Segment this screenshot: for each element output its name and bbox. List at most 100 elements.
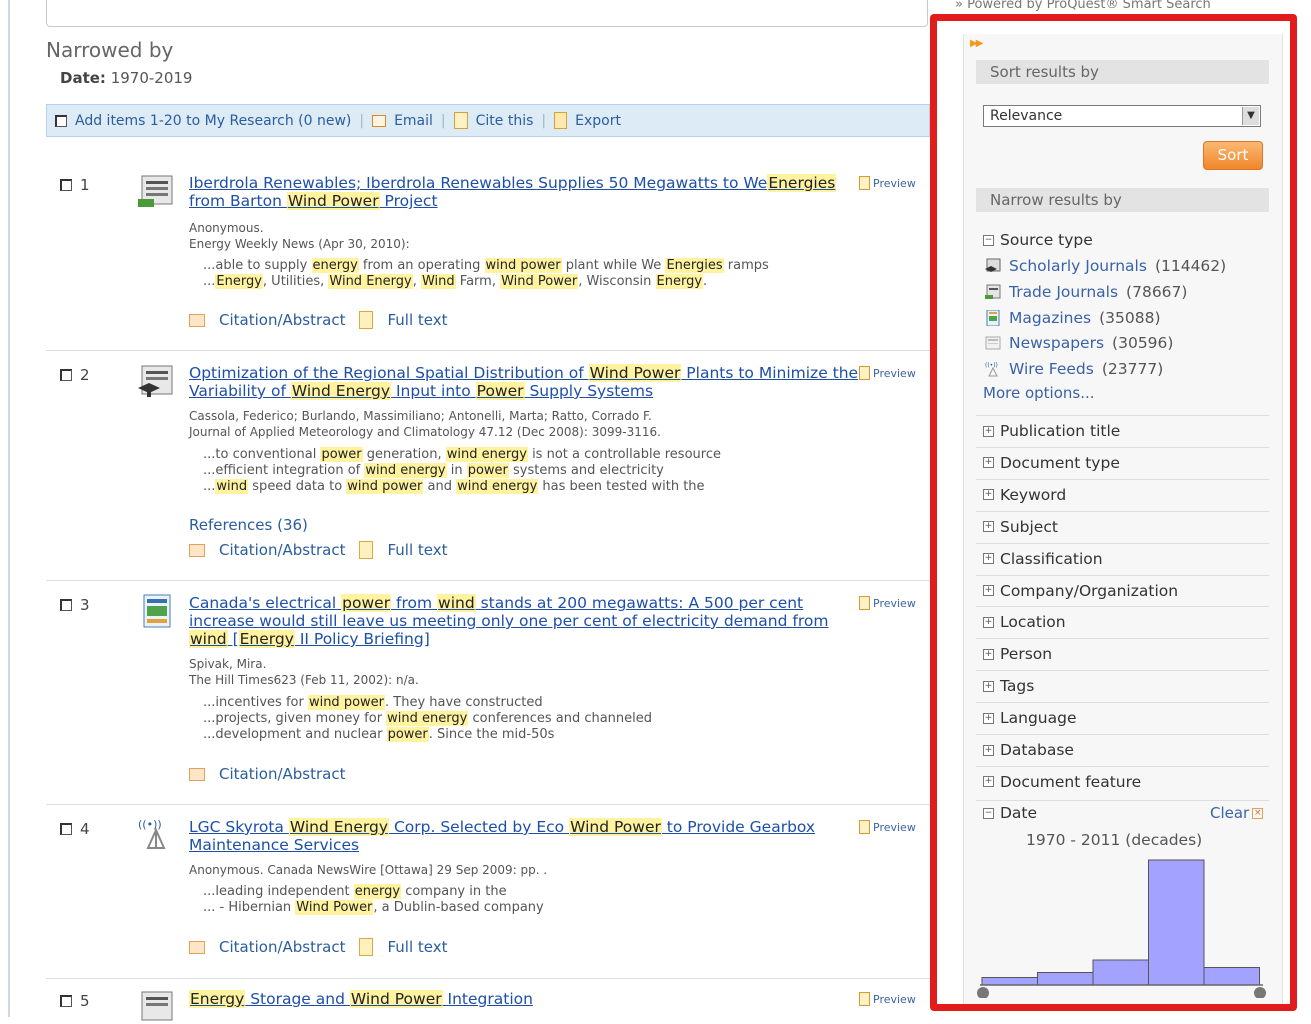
preview-button[interactable]: Preview bbox=[859, 176, 916, 190]
highlighted-term: Wind Power bbox=[295, 900, 374, 915]
snippet-text: ... bbox=[203, 274, 216, 289]
highlighted-term: Energy bbox=[238, 630, 295, 648]
result-checkbox[interactable] bbox=[60, 179, 72, 191]
result-number: 4 bbox=[80, 820, 90, 838]
snippet-text: company in the bbox=[401, 884, 507, 899]
snippet-line: ...wind speed data to wind power and win… bbox=[203, 479, 721, 495]
highlighted-term: Energy bbox=[215, 274, 263, 289]
highlighted-term: Wind Power bbox=[349, 990, 443, 1008]
cite-this-link[interactable]: Cite this bbox=[476, 113, 534, 129]
result-number: 3 bbox=[80, 596, 90, 614]
highlighted-term: power bbox=[320, 447, 363, 462]
snippet-line: ...to conventional power generation, win… bbox=[203, 447, 721, 463]
title-text: Optimization of the Regional Spatial Dis… bbox=[189, 364, 589, 382]
result-number: 5 bbox=[80, 992, 90, 1010]
result-snippet: ...incentives for wind power. They have … bbox=[203, 695, 652, 743]
scholarly-journal-icon bbox=[138, 365, 173, 397]
title-text: from Barton bbox=[189, 192, 287, 210]
snippet-text: ...able to supply bbox=[203, 258, 312, 273]
narrowed-date: Date: 1970-2019 bbox=[60, 69, 192, 87]
highlighted-term: wind power bbox=[346, 479, 424, 494]
snippet-text: ...to conventional bbox=[203, 447, 321, 462]
snippet-text: ... - Hibernian bbox=[203, 900, 296, 915]
snippet-text: is not a controllable resource bbox=[527, 447, 721, 462]
snippet-text: ramps bbox=[723, 258, 769, 273]
result-checkbox[interactable] bbox=[60, 995, 72, 1007]
snippet-line: ...Energy, Utilities, Wind Energy, Wind … bbox=[203, 274, 769, 290]
snippet-text: and bbox=[423, 479, 457, 494]
snippet-line: ... - Hibernian Wind Power, a Dublin-bas… bbox=[203, 900, 544, 916]
highlighted-term: Wind Energy bbox=[328, 274, 413, 289]
snippet-text: , Utilities, bbox=[262, 274, 329, 289]
snippet-text: ... bbox=[203, 479, 216, 494]
select-all-checkbox[interactable] bbox=[55, 114, 67, 127]
highlighted-term: wind bbox=[437, 594, 476, 612]
highlighted-term: energy bbox=[353, 884, 402, 899]
snippet-text: speed data to bbox=[248, 479, 347, 494]
snippet-text: from an operating bbox=[358, 258, 485, 273]
result-checkbox[interactable] bbox=[60, 369, 72, 381]
result-item: 2 Optimization of the Regional Spatial D… bbox=[46, 358, 930, 578]
citation-abstract-link[interactable]: Citation/Abstract bbox=[219, 311, 345, 329]
snippet-line: ...development and nuclear power. Since … bbox=[203, 727, 652, 743]
snippet-text: Farm, bbox=[455, 274, 501, 289]
result-title-link[interactable]: Energy Storage and Wind Power Integratio… bbox=[189, 990, 859, 1008]
highlighted-term: power bbox=[466, 463, 509, 478]
citation-abstract-link[interactable]: Citation/Abstract bbox=[219, 938, 345, 956]
snippet-line: ...projects, given money for wind energy… bbox=[203, 711, 652, 727]
preview-icon bbox=[859, 366, 870, 380]
snippet-text: ...leading independent bbox=[203, 884, 354, 899]
citation-icon bbox=[189, 313, 205, 327]
trade-journal-icon bbox=[141, 991, 173, 1021]
snippet-text: , Wisconsin bbox=[578, 274, 656, 289]
result-title-link[interactable]: Canada's electrical power from wind stan… bbox=[189, 594, 859, 648]
email-icon bbox=[372, 114, 387, 127]
citation-abstract-link[interactable]: Citation/Abstract bbox=[219, 765, 345, 783]
title-text: Storage and bbox=[245, 990, 350, 1008]
preview-icon bbox=[859, 596, 870, 610]
highlighted-term: wind energy bbox=[456, 479, 539, 494]
highlighted-term: wind energy bbox=[386, 711, 469, 726]
full-text-link[interactable]: Full text bbox=[387, 541, 447, 559]
citation-abstract-link[interactable]: Citation/Abstract bbox=[219, 541, 345, 559]
result-snippet: ...to conventional power generation, win… bbox=[203, 447, 721, 495]
highlighted-term: Wind Power bbox=[500, 274, 579, 289]
preview-icon bbox=[859, 992, 870, 1006]
result-number: 1 bbox=[80, 176, 90, 194]
result-title-link[interactable]: Iberdrola Renewables; Iberdrola Renewabl… bbox=[189, 174, 859, 210]
snippet-text: conferences and channeled bbox=[468, 711, 653, 726]
highlighted-term: Energy bbox=[189, 990, 246, 1008]
result-item: 5 Energy Storage and Wind Power Integrat… bbox=[46, 984, 930, 1021]
citation-icon bbox=[189, 767, 205, 781]
full-text-link[interactable]: Full text bbox=[387, 938, 447, 956]
highlighted-term: Wind bbox=[420, 274, 456, 289]
result-title-link[interactable]: Optimization of the Regional Spatial Dis… bbox=[189, 364, 859, 400]
full-text-icon bbox=[359, 311, 374, 329]
highlighted-term: power bbox=[341, 594, 392, 612]
preview-button[interactable]: Preview bbox=[859, 992, 916, 1006]
preview-button[interactable]: Preview bbox=[859, 366, 916, 380]
result-checkbox[interactable] bbox=[60, 823, 72, 835]
snippet-text: , bbox=[412, 274, 421, 289]
preview-button[interactable]: Preview bbox=[859, 596, 916, 610]
snippet-text: generation, bbox=[362, 447, 446, 462]
result-meta: Anonymous. Canada NewsWire [Ottawa] 29 S… bbox=[189, 863, 548, 877]
references-link[interactable]: References (36) bbox=[189, 516, 308, 534]
highlighted-term: power bbox=[386, 727, 429, 742]
export-link[interactable]: Export bbox=[575, 113, 621, 129]
full-text-link[interactable]: Full text bbox=[387, 311, 447, 329]
highlighted-term: Wind Energy bbox=[288, 818, 390, 836]
snippet-text: . They have constructed bbox=[385, 695, 543, 710]
result-title-link[interactable]: LGC Skyrota Wind Energy Corp. Selected b… bbox=[189, 818, 859, 854]
result-meta: Anonymous. Energy Weekly News (Apr 30, 2… bbox=[189, 221, 410, 251]
cite-icon bbox=[453, 112, 468, 129]
highlighted-term: wind bbox=[215, 479, 249, 494]
email-link[interactable]: Email bbox=[394, 113, 433, 129]
result-item: 4 ((•)) LGC Skyrota Wind Energy Corp. Se… bbox=[46, 812, 930, 972]
preview-button[interactable]: Preview bbox=[859, 820, 916, 834]
snippet-line: ...able to supply energy from an operati… bbox=[203, 258, 769, 274]
add-to-my-research-link[interactable]: Add items 1-20 to My Research (0 new) bbox=[75, 113, 351, 129]
preview-icon bbox=[859, 820, 870, 834]
full-text-icon bbox=[359, 541, 374, 559]
result-checkbox[interactable] bbox=[60, 599, 72, 611]
